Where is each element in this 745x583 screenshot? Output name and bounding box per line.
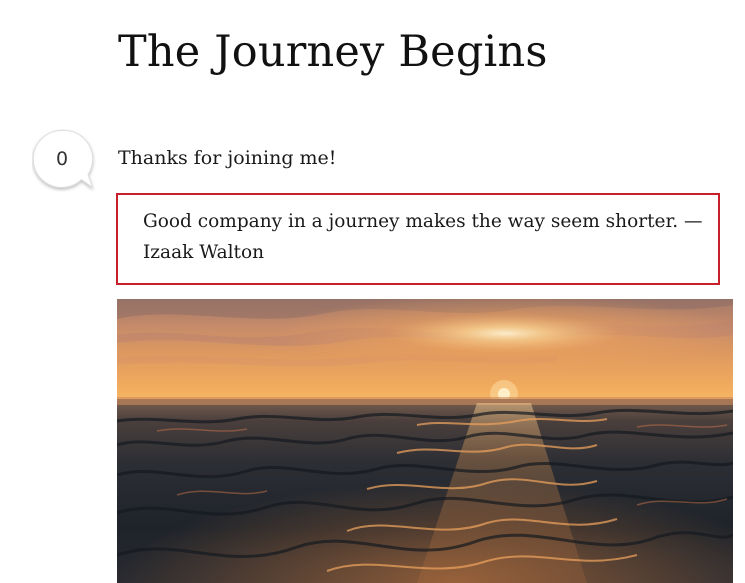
comments-link[interactable]: 0 (32, 129, 94, 189)
intro-text: Thanks for joining me! (118, 147, 337, 169)
comment-count: 0 (55, 148, 69, 170)
sunset-ocean-illustration (117, 299, 733, 583)
blockquote: Good company in a journey makes the way … (116, 193, 720, 285)
sunset-ocean-image (117, 299, 733, 583)
post-title: The Journey Begins (118, 27, 548, 77)
quote-text: Good company in a journey makes the way … (143, 211, 703, 263)
